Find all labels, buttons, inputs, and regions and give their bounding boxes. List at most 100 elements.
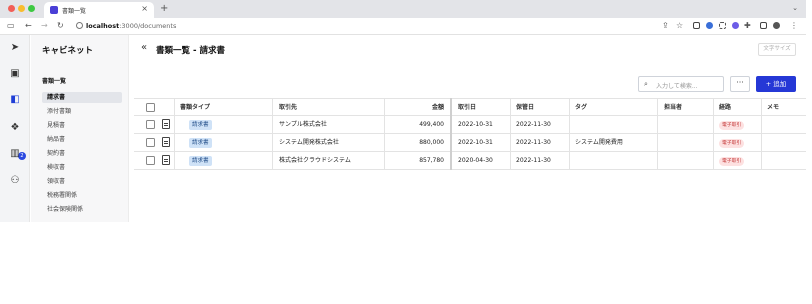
- browser-window: 書類一覧 × + ⌄ ▭ ← → ↻ localhost:3000/docume…: [0, 0, 806, 222]
- route-badge: 電子取引: [719, 139, 745, 148]
- column-header-partner[interactable]: 取引先: [279, 99, 379, 116]
- site-info-icon[interactable]: [76, 22, 83, 29]
- type-tag: 請求書: [189, 138, 212, 148]
- deal-date-cell: 2022-10-31: [458, 121, 493, 128]
- column-header-store-date[interactable]: 保管日: [516, 99, 566, 116]
- search-input[interactable]: ⌕ 入力して検索...: [638, 76, 724, 92]
- table-row[interactable]: 請求書 システム開発株式会社 880,000 2022-10-31 2022-1…: [134, 134, 806, 152]
- tab-close-icon[interactable]: ×: [141, 4, 148, 13]
- amount-cell: 880,000: [419, 139, 444, 146]
- route-cell: 電子取引: [719, 152, 759, 169]
- reload-icon[interactable]: ↻: [57, 21, 64, 31]
- row-checkbox[interactable]: [146, 156, 155, 165]
- row-checkbox[interactable]: [146, 120, 155, 129]
- owner-cell: [664, 134, 704, 151]
- layers-icon[interactable]: ❖: [8, 122, 22, 134]
- column-header-amount[interactable]: 金額: [394, 99, 444, 116]
- collapse-sidebar-icon[interactable]: «: [141, 42, 147, 53]
- font-size-button[interactable]: 文字サイズ: [758, 43, 796, 56]
- sidebar-toggle-icon[interactable]: ▭: [7, 21, 15, 31]
- icon-rail: ➤ ▣ ◧ ❖ 2 ▥ ⚇: [0, 35, 30, 222]
- document-icon: [162, 137, 170, 147]
- color-extension-icon[interactable]: [732, 22, 739, 29]
- sidebar-item-social-insurance[interactable]: 社会保険関係: [42, 204, 122, 215]
- partner-cell: 株式会社クラウドシステム: [279, 157, 351, 164]
- back-arrow-icon[interactable]: ←: [25, 21, 32, 31]
- side-panel-icon[interactable]: [760, 22, 767, 29]
- column-header-memo[interactable]: メモ: [767, 99, 797, 116]
- extensions-puzzle-icon[interactable]: ✚: [744, 21, 751, 31]
- users-icon[interactable]: ⚇: [8, 175, 22, 187]
- sidebar-item-estimates[interactable]: 見積書: [42, 120, 122, 131]
- partner-cell: システム開発株式会社: [279, 139, 339, 146]
- table-row[interactable]: 請求書 サンプル株式会社 499,400 2022-10-31 2022-11-…: [134, 116, 806, 134]
- sidebar-item-invoice[interactable]: 請求書: [42, 92, 122, 103]
- frozen-column-divider[interactable]: [450, 98, 452, 170]
- company-building-icon[interactable]: ▥: [8, 148, 22, 160]
- search-placeholder: 入力して検索...: [656, 83, 698, 90]
- inbox-icon[interactable]: ▣: [8, 68, 22, 80]
- owner-cell: [664, 116, 704, 133]
- column-header-owner[interactable]: 担当者: [664, 99, 704, 116]
- close-window-button[interactable]: [8, 5, 15, 12]
- tag-cell: [575, 152, 655, 169]
- type-cell: 請求書: [189, 134, 259, 151]
- column-divider: [761, 98, 762, 170]
- more-options-button[interactable]: ···: [730, 76, 750, 92]
- deal-date-cell: 2022-10-31: [458, 139, 493, 146]
- main-content: « 書類一覧 - 請求書 文字サイズ ⌕ 入力して検索... ··· + 追加 …: [130, 35, 806, 222]
- new-tab-icon[interactable]: +: [160, 3, 168, 14]
- tab-list-chevron-icon[interactable]: ⌄: [792, 4, 798, 12]
- tab-strip: 書類一覧 × + ⌄: [0, 0, 806, 18]
- column-divider: [272, 98, 273, 170]
- minimize-window-button[interactable]: [18, 5, 25, 12]
- column-header-type[interactable]: 書類タイプ: [180, 99, 250, 116]
- route-badge: 電子取引: [719, 121, 745, 130]
- browser-menu-icon[interactable]: ⋮: [790, 21, 798, 31]
- column-divider: [510, 98, 511, 170]
- profile-extension-icon[interactable]: [706, 22, 713, 29]
- account-avatar-icon[interactable]: [773, 22, 780, 29]
- memo-cell: [767, 116, 797, 133]
- column-header-deal-date[interactable]: 取引日: [458, 99, 508, 116]
- memo-cell: [767, 152, 797, 169]
- screenshot-stage: 書類一覧 × + ⌄ ▭ ← → ↻ localhost:3000/docume…: [0, 0, 812, 304]
- sidebar-item-contracts[interactable]: 契約書: [42, 148, 122, 159]
- sidebar-item-receipts[interactable]: 領収書: [42, 176, 122, 187]
- column-divider: [657, 98, 658, 170]
- url-host: localhost: [86, 22, 120, 30]
- documents-icon[interactable]: ◧: [8, 94, 22, 106]
- route-cell: 電子取引: [719, 116, 759, 133]
- share-icon[interactable]: ⇪: [662, 21, 669, 31]
- page-title: 書類一覧 - 請求書: [156, 46, 225, 56]
- sidebar-item-attachments[interactable]: 添付書類: [42, 106, 122, 117]
- type-tag: 請求書: [189, 156, 212, 166]
- row-checkbox[interactable]: [146, 138, 155, 147]
- amount-cell: 857,780: [419, 157, 444, 164]
- grid-extension-icon[interactable]: [719, 22, 726, 29]
- bookmark-star-icon[interactable]: ☆: [676, 21, 683, 31]
- reader-extension-icon[interactable]: [693, 22, 700, 29]
- add-document-button[interactable]: + 追加: [756, 76, 796, 92]
- table-header-row: 書類タイプ 取引先 金額 取引日 保管日 タグ 担当者 経路 メモ: [134, 98, 806, 116]
- sidebar-item-delivery-notes[interactable]: 納品書: [42, 134, 122, 145]
- forward-arrow-icon[interactable]: →: [41, 21, 48, 31]
- url-path: :3000/documents: [119, 22, 177, 30]
- sidebar-item-inspection[interactable]: 検収書: [42, 162, 122, 173]
- table-row[interactable]: 請求書 株式会社クラウドシステム 857,780 2020-04-30 2022…: [134, 152, 806, 170]
- partner-cell: サンプル株式会社: [279, 121, 327, 128]
- sidebar-item-tax-office[interactable]: 税務署関係: [42, 190, 122, 201]
- owner-cell: [664, 152, 704, 169]
- app-logo-icon[interactable]: ➤: [8, 42, 22, 54]
- browser-toolbar: ▭ ← → ↻ localhost:3000/documents ⇪ ☆ ✚ ⋮: [0, 18, 806, 35]
- memo-cell: [767, 134, 797, 151]
- browser-tab[interactable]: 書類一覧 ×: [44, 2, 154, 18]
- type-cell: 請求書: [189, 152, 259, 169]
- column-header-tag[interactable]: タグ: [575, 99, 635, 116]
- document-icon: [162, 155, 170, 165]
- column-header-route[interactable]: 経路: [719, 99, 759, 116]
- select-all-checkbox[interactable]: [146, 103, 155, 112]
- zoom-window-button[interactable]: [28, 5, 35, 12]
- address-bar[interactable]: localhost:3000/documents: [86, 22, 176, 30]
- store-date-cell: 2022-11-30: [516, 121, 551, 128]
